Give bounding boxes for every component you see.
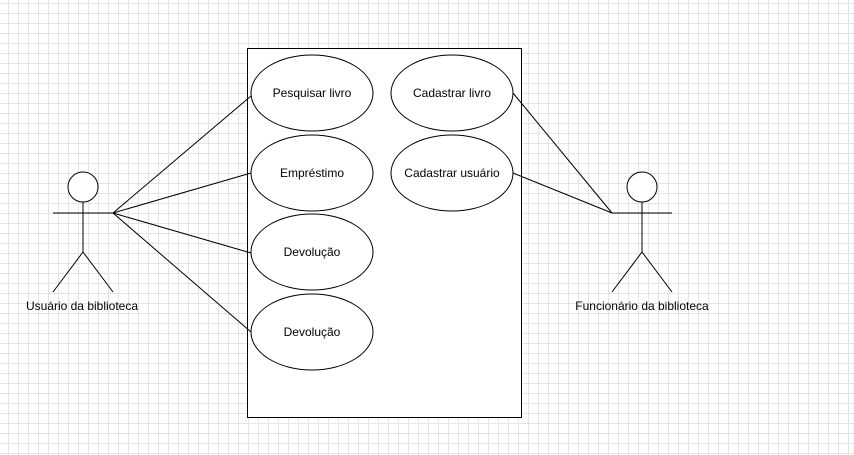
association-user-devolucao-2[interactable]	[112, 212, 252, 333]
actor-head	[626, 171, 658, 203]
use-case-label: Devolução	[284, 325, 341, 339]
actor-funcionario-da-biblioteca[interactable]	[611, 171, 673, 293]
use-case-pesquisar-livro[interactable]: Pesquisar livro	[250, 54, 374, 132]
association-user-emprestimo[interactable]	[112, 172, 252, 214]
association-user-pesquisar-livro[interactable]	[112, 95, 252, 214]
use-case-devolucao-1[interactable]: Devolução	[250, 213, 374, 291]
actor-label: Funcionário da biblioteca	[575, 299, 709, 313]
use-case-label: Devolução	[284, 245, 341, 259]
use-case-label: Empréstimo	[280, 166, 344, 180]
use-case-cadastrar-livro[interactable]: Cadastrar livro	[390, 54, 514, 132]
use-case-label: Pesquisar livro	[273, 86, 352, 100]
actor-left-leg	[611, 251, 643, 293]
user-associations	[112, 95, 252, 333]
actor-usuario-da-biblioteca[interactable]	[52, 171, 114, 293]
use-case-label: Cadastrar livro	[413, 86, 491, 100]
use-case-emprestimo[interactable]: Empréstimo	[250, 134, 374, 212]
actor-left-leg	[52, 251, 84, 293]
use-case-label: Cadastrar usuário	[404, 166, 500, 180]
use-case-devolucao-2[interactable]: Devolução	[250, 293, 374, 371]
association-staff-cadastrar-usuario[interactable]	[512, 172, 613, 214]
association-staff-cadastrar-livro[interactable]	[512, 92, 613, 214]
use-case-cadastrar-usuario[interactable]: Cadastrar usuário	[390, 134, 514, 212]
actor-right-leg	[641, 251, 673, 293]
actor-label: Usuário da biblioteca	[26, 299, 138, 313]
actor-right-leg	[82, 251, 114, 293]
actor-head	[67, 171, 99, 203]
staff-associations	[512, 92, 613, 214]
association-user-devolucao-1[interactable]	[112, 212, 252, 254]
use-case-diagram: Pesquisar livro Empréstimo Devolução Dev…	[26, 48, 709, 418]
